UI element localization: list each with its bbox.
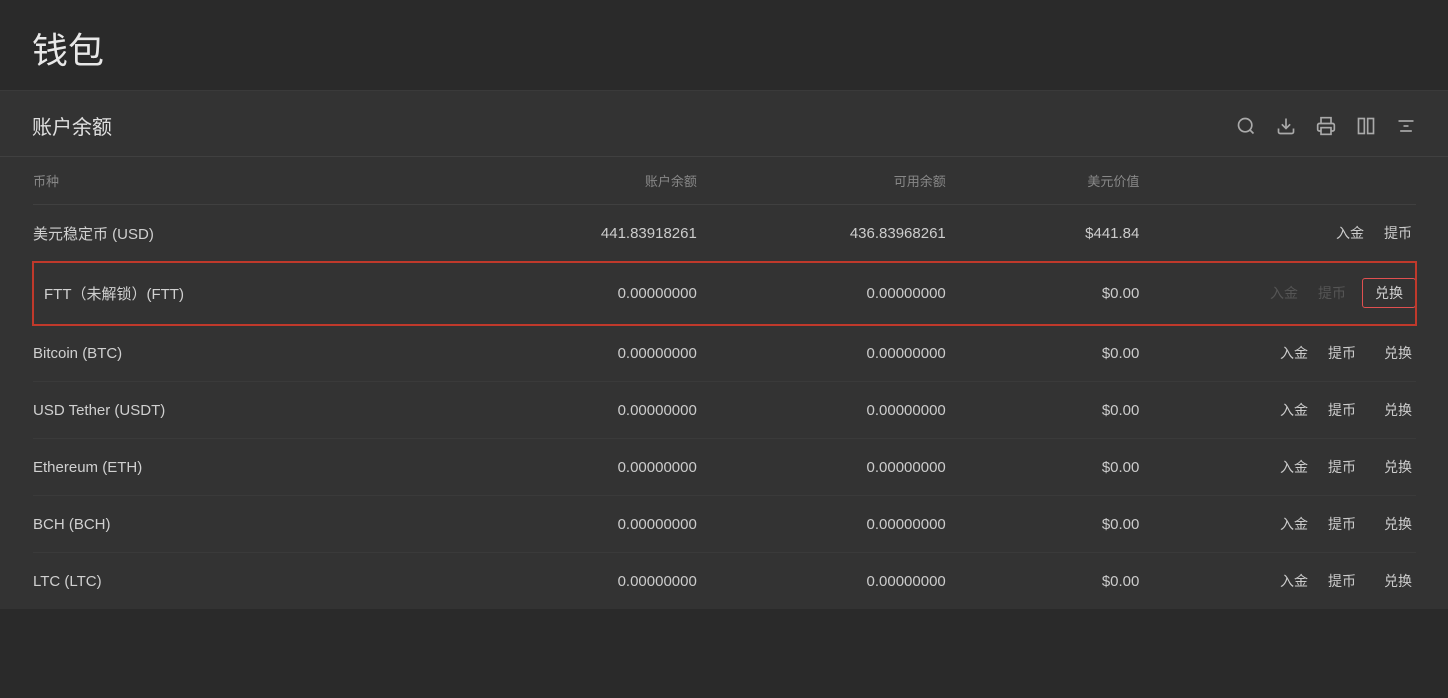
col-currency-header: 币种 — [33, 157, 448, 205]
cell-balance: 441.83918261 — [448, 205, 697, 262]
print-icon[interactable] — [1316, 116, 1336, 136]
cell-balance: 0.00000000 — [448, 382, 697, 439]
table-wrapper: 币种 账户余额 可用余额 美元价值 美元稳定币 (USD)441.8391826… — [0, 157, 1448, 609]
cell-available: 0.00000000 — [697, 553, 946, 610]
deposit-button[interactable]: 入金 — [1276, 569, 1312, 593]
withdraw-button[interactable]: 提币 — [1324, 455, 1360, 479]
cell-actions: 入金提币兑换 — [1139, 439, 1416, 496]
actions-container: 入金提币兑换 — [1139, 569, 1416, 593]
table-row: LTC (LTC)0.000000000.00000000$0.00入金提币兑换 — [33, 553, 1416, 610]
actions-container: 入金提币兑换 — [1139, 278, 1416, 308]
cell-usd-value: $0.00 — [946, 382, 1140, 439]
exchange-button[interactable]: 兑换 — [1380, 512, 1416, 536]
deposit-button[interactable]: 入金 — [1276, 512, 1312, 536]
cell-usd-value: $0.00 — [946, 496, 1140, 553]
search-icon[interactable] — [1236, 116, 1256, 136]
col-balance-header: 账户余额 — [448, 157, 697, 205]
col-actions-header — [1139, 157, 1416, 205]
cell-balance: 0.00000000 — [448, 439, 697, 496]
deposit-button[interactable]: 入金 — [1276, 398, 1312, 422]
cell-usd-value: $0.00 — [946, 325, 1140, 382]
cell-currency: BCH (BCH) — [33, 496, 448, 553]
page-header: 钱包 — [0, 0, 1448, 91]
cell-actions: 入金提币兑换 — [1139, 262, 1416, 325]
exchange-button[interactable]: 兑换 — [1362, 278, 1416, 308]
exchange-button[interactable]: 兑换 — [1380, 398, 1416, 422]
page-title: 钱包 — [32, 22, 1416, 74]
withdraw-button[interactable]: 提币 — [1324, 569, 1360, 593]
deposit-button[interactable]: 入金 — [1276, 341, 1312, 365]
table-row: Ethereum (ETH)0.000000000.00000000$0.00入… — [33, 439, 1416, 496]
cell-usd-value: $0.00 — [946, 439, 1140, 496]
table-header-row: 币种 账户余额 可用余额 美元价值 — [33, 157, 1416, 205]
section-title: 账户余额 — [32, 111, 112, 140]
actions-container: 入金提币兑换 — [1139, 398, 1416, 422]
cell-currency: LTC (LTC) — [33, 553, 448, 610]
cell-currency: 美元稳定币 (USD) — [33, 205, 448, 262]
cell-available: 0.00000000 — [697, 382, 946, 439]
deposit-button: 入金 — [1266, 281, 1302, 305]
cell-actions: 入金提币兑换 — [1139, 553, 1416, 610]
cell-usd-value: $0.00 — [946, 262, 1140, 325]
cell-balance: 0.00000000 — [448, 325, 697, 382]
actions-container: 入金提币 — [1139, 221, 1416, 245]
exchange-button[interactable]: 兑换 — [1380, 569, 1416, 593]
actions-container: 入金提币兑换 — [1139, 512, 1416, 536]
exchange-button[interactable]: 兑换 — [1380, 341, 1416, 365]
withdraw-button[interactable]: 提币 — [1324, 512, 1360, 536]
toolbar-icons — [1236, 116, 1416, 136]
cell-usd-value: $441.84 — [946, 205, 1140, 262]
table-row: BCH (BCH)0.000000000.00000000$0.00入金提币兑换 — [33, 496, 1416, 553]
cell-balance: 0.00000000 — [448, 496, 697, 553]
cell-currency: Ethereum (ETH) — [33, 439, 448, 496]
cell-available: 0.00000000 — [697, 262, 946, 325]
actions-container: 入金提币兑换 — [1139, 341, 1416, 365]
col-available-header: 可用余额 — [697, 157, 946, 205]
cell-available: 436.83968261 — [697, 205, 946, 262]
withdraw-button[interactable]: 提币 — [1324, 398, 1360, 422]
deposit-button[interactable]: 入金 — [1332, 221, 1368, 245]
cell-actions: 入金提币兑换 — [1139, 496, 1416, 553]
cell-usd-value: $0.00 — [946, 553, 1140, 610]
cell-balance: 0.00000000 — [448, 553, 697, 610]
cell-actions: 入金提币 — [1139, 205, 1416, 262]
download-icon[interactable] — [1276, 116, 1296, 136]
cell-actions: 入金提币兑换 — [1139, 325, 1416, 382]
table-row: USD Tether (USDT)0.000000000.00000000$0.… — [33, 382, 1416, 439]
balance-table: 币种 账户余额 可用余额 美元价值 美元稳定币 (USD)441.8391826… — [32, 157, 1416, 609]
table-row: Bitcoin (BTC)0.000000000.00000000$0.00入金… — [33, 325, 1416, 382]
filter-icon[interactable] — [1396, 116, 1416, 136]
cell-available: 0.00000000 — [697, 496, 946, 553]
withdraw-button: 提币 — [1314, 281, 1350, 305]
cell-actions: 入金提币兑换 — [1139, 382, 1416, 439]
cell-currency: FTT（未解锁）(FTT) — [33, 262, 448, 325]
deposit-button[interactable]: 入金 — [1276, 455, 1312, 479]
actions-container: 入金提币兑换 — [1139, 455, 1416, 479]
cell-balance: 0.00000000 — [448, 262, 697, 325]
cell-currency: USD Tether (USDT) — [33, 382, 448, 439]
table-row: 美元稳定币 (USD)441.83918261436.83968261$441.… — [33, 205, 1416, 262]
section-header: 账户余额 — [0, 91, 1448, 157]
exchange-button[interactable]: 兑换 — [1380, 455, 1416, 479]
cell-available: 0.00000000 — [697, 439, 946, 496]
main-content: 账户余额 — [0, 91, 1448, 609]
cell-available: 0.00000000 — [697, 325, 946, 382]
columns-icon[interactable] — [1356, 116, 1376, 136]
table-row: FTT（未解锁）(FTT)0.000000000.00000000$0.00入金… — [33, 262, 1416, 325]
withdraw-button[interactable]: 提币 — [1380, 221, 1416, 245]
cell-currency: Bitcoin (BTC) — [33, 325, 448, 382]
col-usd-header: 美元价值 — [946, 157, 1140, 205]
withdraw-button[interactable]: 提币 — [1324, 341, 1360, 365]
